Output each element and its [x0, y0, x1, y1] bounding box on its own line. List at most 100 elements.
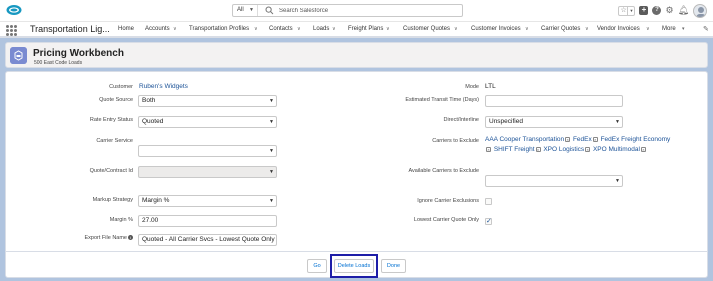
chevron-down-icon: ▼	[269, 169, 274, 175]
chevron-down-icon: ▼	[615, 178, 620, 184]
direct-interline-value: Unspecified	[489, 118, 523, 125]
chevron-down-icon: ▼	[269, 148, 274, 154]
lowest-carrier-quote-only-checkbox[interactable]	[485, 217, 492, 225]
global-header: All ▼ ☆ ▼ + ? ⚙ 🔔︎	[0, 0, 713, 21]
nav-item-home[interactable]: Home	[118, 26, 134, 32]
nav-item-vendor-invoices[interactable]: Vendor Invoices	[597, 26, 640, 32]
chevron-down-icon[interactable]: ∨	[173, 26, 177, 32]
app-launcher-icon[interactable]	[6, 24, 18, 36]
chevron-down-icon[interactable]: ∨	[386, 26, 390, 32]
carrier-pill[interactable]: SHIFT Freight	[494, 146, 535, 153]
search-scope-dropdown[interactable]: All ▼	[233, 5, 258, 16]
nav-item-loads[interactable]: Loads	[313, 26, 329, 32]
nav-item-accounts[interactable]: Accounts	[145, 26, 170, 32]
chevron-down-icon[interactable]: ∨	[585, 26, 589, 32]
chevron-down-icon[interactable]: ∨	[254, 26, 258, 32]
remove-icon[interactable]: ×	[486, 146, 491, 152]
search-scope-label: All	[237, 7, 244, 13]
nav-item-customer-invoices[interactable]: Customer Invoices	[471, 26, 521, 32]
avatar[interactable]	[693, 3, 707, 18]
star-icon: ☆	[620, 6, 627, 14]
carrier-pill[interactable]: AAA Cooper Transportation	[485, 136, 564, 143]
carriers-to-exclude-list: AAA Cooper Transportation × FedEx × FedEx …	[485, 135, 675, 155]
chevron-down-icon[interactable]: ▼	[627, 6, 634, 15]
customer-value[interactable]: Ruben's Widgets	[139, 83, 188, 90]
direct-interline-label: Direct/Interline	[443, 117, 479, 123]
favorites-button[interactable]: ☆ ▼	[618, 5, 636, 16]
remove-icon[interactable]: ×	[592, 136, 598, 142]
nav-item-transportation-profiles[interactable]: Transportation Profiles	[189, 26, 249, 32]
estimated-transit-time-input[interactable]	[485, 95, 623, 107]
nav-item-customer-quotes[interactable]: Customer Quotes	[403, 26, 450, 32]
chevron-down-icon[interactable]: ∨	[646, 26, 650, 32]
page-subtitle: 500 East Code Loads	[34, 60, 83, 66]
page-title: Pricing Workbench	[33, 48, 124, 59]
remove-icon[interactable]: ×	[535, 146, 541, 152]
go-button[interactable]: Go	[307, 259, 327, 273]
mode-value: LTL	[485, 83, 496, 90]
quote-source-select[interactable]: Both ▼	[138, 95, 277, 107]
export-file-name-label: Export File Name	[84, 235, 128, 241]
chevron-down-icon[interactable]: ▾	[682, 26, 685, 32]
chevron-down-icon: ▼	[269, 198, 274, 204]
chevron-down-icon: ▼	[269, 98, 274, 104]
quote-contract-id-label: Quote/Contract Id	[89, 168, 133, 174]
remove-icon[interactable]: ×	[640, 146, 646, 152]
app-name: Transportation Lig...	[30, 24, 110, 34]
markup-strategy-label: Markup Strategy	[92, 197, 133, 203]
page-header: Pricing Workbench 500 East Code Loads	[5, 42, 708, 68]
done-button[interactable]: Done	[381, 259, 406, 273]
remove-icon[interactable]: ×	[585, 146, 591, 152]
export-file-name-input[interactable]: Quoted - All Carrier Svcs - Lowest Quote…	[138, 234, 277, 246]
quote-source-label: Quote Source	[99, 97, 133, 103]
search-input[interactable]	[279, 5, 459, 16]
info-icon[interactable]: i	[128, 235, 133, 241]
chevron-down-icon[interactable]: ∨	[332, 26, 336, 32]
carrier-service-select[interactable]: ▼	[138, 145, 277, 157]
carrier-pill[interactable]: XPO Multimodal	[593, 146, 640, 153]
available-carriers-select[interactable]: ▼	[485, 175, 623, 187]
available-carriers-label: Available Carriers to Exclude	[408, 168, 479, 174]
global-search: All ▼	[232, 4, 463, 17]
nav-item-carrier-quotes[interactable]: Carrier Quotes	[541, 26, 580, 32]
chevron-down-icon[interactable]: ∨	[454, 26, 458, 32]
remove-icon[interactable]: ×	[565, 136, 571, 142]
gear-icon[interactable]: ⚙	[665, 6, 673, 15]
salesforce-logo-icon[interactable]	[6, 4, 22, 16]
chevron-down-icon[interactable]: ∨	[297, 26, 301, 32]
export-file-name-label-wrap: Export File Name i	[84, 235, 133, 241]
mode-label: Mode	[465, 84, 479, 90]
help-icon[interactable]: ?	[652, 6, 662, 15]
nav-item-freight-plans[interactable]: Freight Plans	[348, 26, 383, 32]
app-nav-bar: Transportation Lig... Home Accounts ∨ Tr…	[0, 21, 713, 38]
lowest-carrier-quote-only-label: Lowest Carrier Quote Only	[413, 217, 479, 223]
pricing-workbench-icon	[10, 47, 27, 64]
nav-item-more[interactable]: More	[662, 26, 676, 32]
user-avatar-icon	[696, 6, 706, 17]
chevron-down-icon: ▼	[269, 119, 274, 125]
quote-source-value: Both	[142, 97, 156, 104]
ignore-carrier-exclusions-label: Ignore Carrier Exclusions	[417, 198, 479, 204]
notification-bell-icon[interactable]: 🔔︎	[678, 6, 689, 15]
footer-divider	[5, 251, 708, 252]
direct-interline-select[interactable]: Unspecified ▼	[485, 116, 623, 128]
margin-pct-label: Margin %	[109, 217, 133, 223]
ignore-carrier-exclusions-checkbox[interactable]	[485, 198, 492, 205]
customer-label: Customer	[109, 84, 133, 90]
chevron-down-icon: ▼	[249, 7, 254, 13]
markup-strategy-value: Margin %	[142, 197, 170, 204]
carrier-service-label: Carrier Service	[96, 138, 133, 144]
chevron-down-icon[interactable]: ∨	[525, 26, 529, 32]
margin-pct-input[interactable]: 27.00	[138, 215, 277, 227]
global-actions-button[interactable]: +	[639, 6, 649, 15]
carrier-pill[interactable]: XPO Logistics	[543, 146, 584, 153]
rate-entry-status-value: Quoted	[142, 118, 164, 125]
carrier-pill[interactable]: FedEx	[573, 136, 592, 143]
rate-entry-status-select[interactable]: Quoted ▼	[138, 116, 277, 128]
carriers-to-exclude-label: Carriers to Exclude	[432, 138, 479, 144]
nav-item-contacts[interactable]: Contacts	[269, 26, 293, 32]
markup-strategy-select[interactable]: Margin % ▼	[138, 195, 277, 207]
edit-pencil-icon[interactable]: ✎	[703, 25, 709, 33]
chevron-down-icon: ▼	[615, 119, 620, 125]
carrier-pill[interactable]: FedEx Freight Economy	[601, 136, 671, 143]
